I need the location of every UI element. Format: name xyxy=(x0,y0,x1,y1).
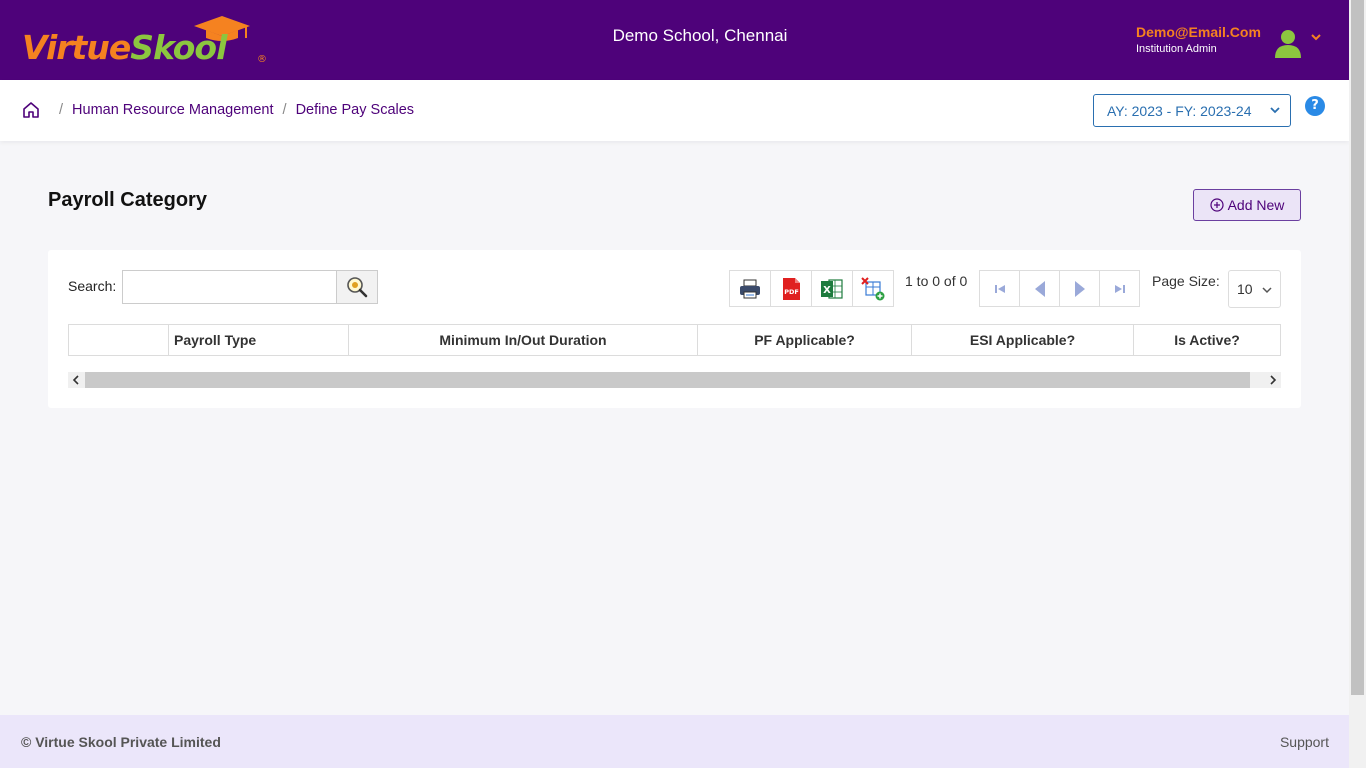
breadcrumb-separator: / xyxy=(59,102,64,118)
breadcrumb-separator: / xyxy=(282,102,287,118)
grid-header: Payroll Type Minimum In/Out Duration PF … xyxy=(68,324,1281,356)
home-icon[interactable] xyxy=(22,101,40,119)
pagination xyxy=(979,270,1140,307)
previous-page-button[interactable] xyxy=(1019,270,1060,307)
add-new-button[interactable]: Add New xyxy=(1193,189,1301,221)
page-size-value: 10 xyxy=(1237,281,1253,297)
scroll-right-icon[interactable] xyxy=(1269,375,1277,385)
user-avatar-icon[interactable] xyxy=(1274,28,1302,58)
academic-year-value: AY: 2023 - FY: 2023-24 xyxy=(1107,102,1252,119)
support-link[interactable]: Support xyxy=(1280,734,1329,750)
previous-page-icon xyxy=(1034,280,1045,297)
scroll-left-icon[interactable] xyxy=(72,375,80,385)
next-page-icon xyxy=(1074,280,1085,297)
search-icon xyxy=(347,277,368,298)
printer-icon xyxy=(740,279,760,298)
academic-year-select[interactable]: AY: 2023 - FY: 2023-24 xyxy=(1093,94,1291,127)
column-settings-button[interactable] xyxy=(852,270,894,307)
column-header-pf-applicable[interactable]: PF Applicable? xyxy=(698,325,912,355)
breadcrumb: / Human Resource Management / Define Pay… xyxy=(22,101,414,119)
excel-export-button[interactable]: X xyxy=(811,270,853,307)
plus-circle-icon xyxy=(1209,198,1224,212)
excel-icon: X xyxy=(821,278,843,299)
top-header: VirtueSkool ® Demo School, Chennai Demo@… xyxy=(0,0,1349,80)
search-label: Search: xyxy=(68,278,117,294)
column-header-select[interactable] xyxy=(69,325,169,355)
column-header-is-active[interactable]: Is Active? xyxy=(1134,325,1280,355)
horizontal-scroll-thumb[interactable] xyxy=(85,372,1250,388)
user-info[interactable]: Demo@Email.Com Institution Admin xyxy=(1136,24,1261,55)
help-icon[interactable]: ? xyxy=(1305,96,1325,116)
chevron-down-icon xyxy=(1270,107,1280,114)
vertical-scroll-thumb[interactable] xyxy=(1351,0,1364,695)
pager-info: 1 to 0 of 0 xyxy=(905,273,968,289)
breadcrumb-bar: / Human Resource Management / Define Pay… xyxy=(0,80,1349,141)
pdf-icon: PDF xyxy=(783,277,800,300)
vertical-scrollbar[interactable] xyxy=(1349,0,1366,768)
export-toolbar: PDF X xyxy=(729,270,894,307)
search-button[interactable] xyxy=(336,270,378,304)
page-size-label: Page Size: xyxy=(1152,273,1220,289)
add-new-label: Add New xyxy=(1227,197,1285,213)
page-title: Payroll Category xyxy=(48,189,207,211)
user-role: Institution Admin xyxy=(1136,43,1217,55)
breadcrumb-human-resource[interactable]: Human Resource Management xyxy=(72,102,274,118)
print-button[interactable] xyxy=(729,270,771,307)
svg-text:X: X xyxy=(823,285,831,296)
footer: © Virtue Skool Private Limited Support xyxy=(0,715,1349,768)
payroll-grid-card: Search: PDF X 1 to 0 of 0 Page Size: 10 … xyxy=(48,250,1301,408)
user-email: Demo@Email.Com xyxy=(1136,24,1261,40)
chevron-down-icon xyxy=(1262,287,1272,294)
last-page-icon xyxy=(1114,284,1125,293)
column-header-esi-applicable[interactable]: ESI Applicable? xyxy=(912,325,1134,355)
page-size-select[interactable]: 10 xyxy=(1228,270,1281,308)
horizontal-scrollbar[interactable] xyxy=(68,372,1281,388)
search-input[interactable] xyxy=(122,270,337,304)
column-header-payroll-type[interactable]: Payroll Type xyxy=(169,325,349,355)
column-header-min-duration[interactable]: Minimum In/Out Duration xyxy=(349,325,698,355)
chevron-down-icon[interactable] xyxy=(1310,32,1322,42)
table-add-icon xyxy=(861,276,885,300)
svg-text:PDF: PDF xyxy=(784,288,799,296)
first-page-icon xyxy=(994,284,1005,293)
breadcrumb-define-pay-scales[interactable]: Define Pay Scales xyxy=(296,102,414,118)
last-page-button[interactable] xyxy=(1099,270,1140,307)
registered-mark: ® xyxy=(257,54,267,65)
next-page-button[interactable] xyxy=(1059,270,1100,307)
pdf-export-button[interactable]: PDF xyxy=(770,270,812,307)
first-page-button[interactable] xyxy=(979,270,1020,307)
copyright-text: © Virtue Skool Private Limited xyxy=(21,734,221,750)
